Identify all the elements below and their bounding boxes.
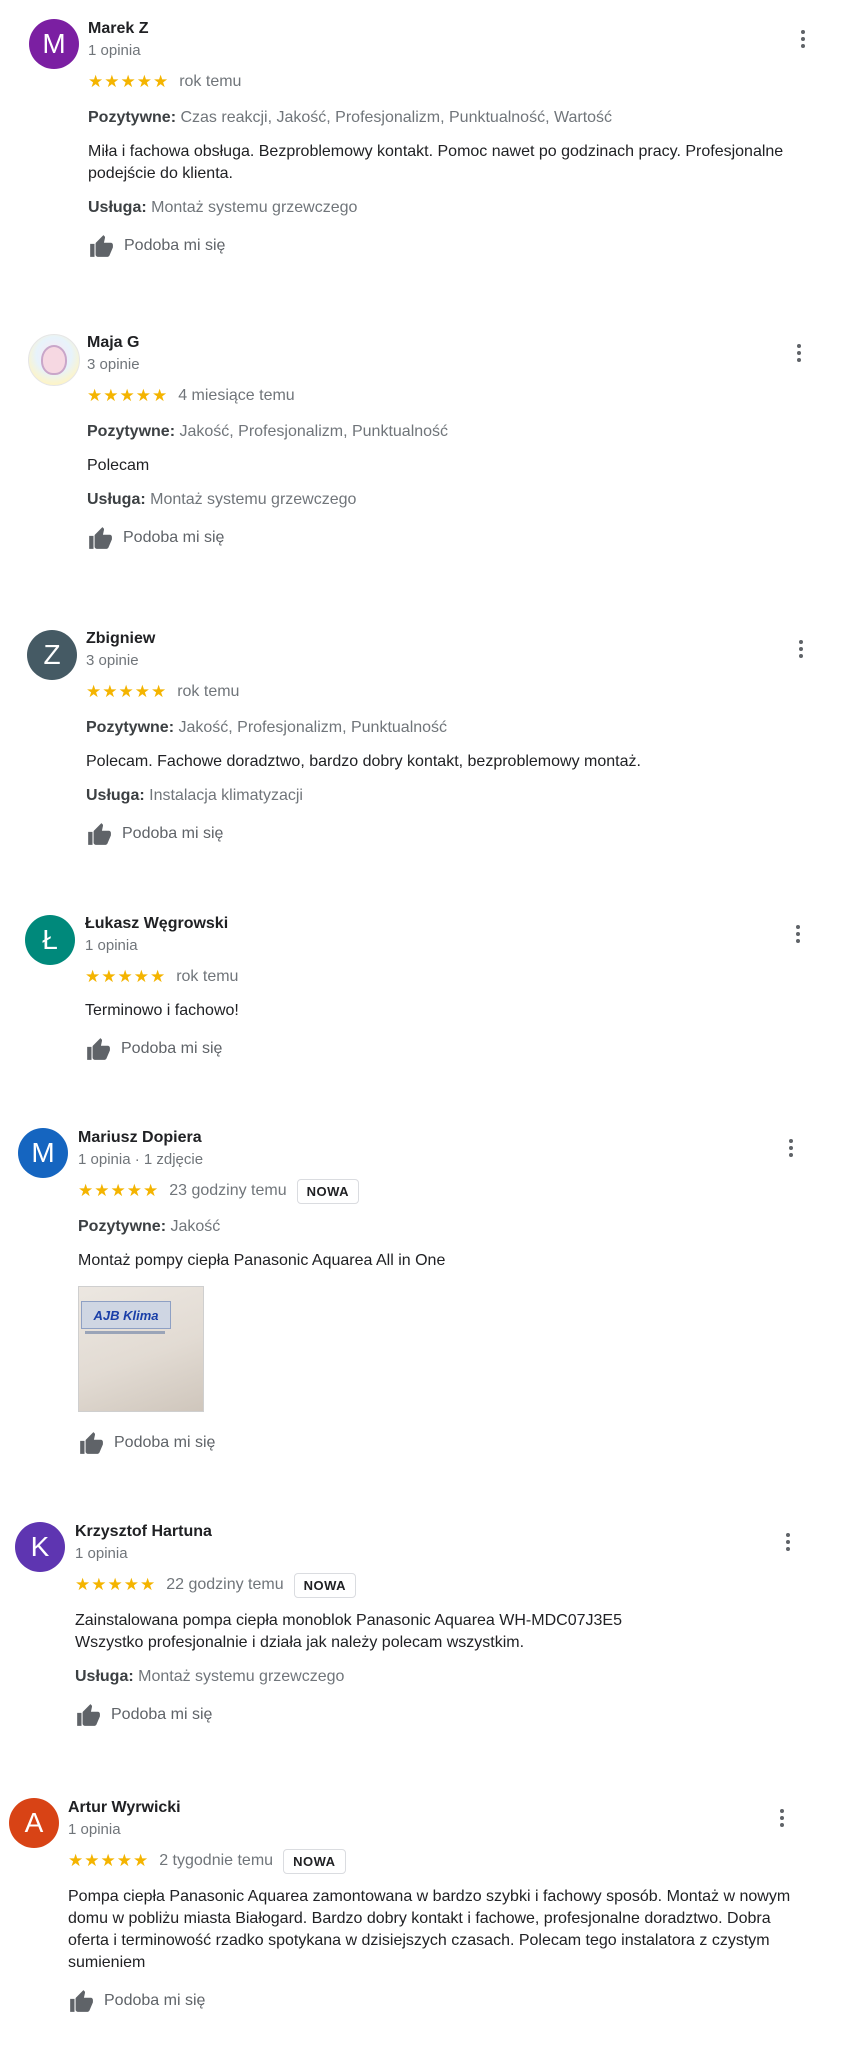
avatar[interactable]: Z — [27, 630, 77, 680]
review-date: 22 godziny temu — [166, 1576, 284, 1593]
review-text: Polecam — [87, 457, 150, 474]
review-text: Polecam. Fachowe doradztwo, bardzo dobry… — [86, 753, 641, 770]
reviewer-stats: 3 opinie — [86, 652, 139, 669]
positive-attributes: Pozytywne: Jakość, Profesjonalizm, Punkt… — [87, 423, 449, 440]
more-options-icon[interactable] — [787, 341, 811, 365]
reviewer-name[interactable]: Krzysztof Hartuna — [75, 1522, 800, 1542]
thumb-up-icon — [75, 1702, 101, 1728]
reviewer-stats: 3 opinie — [87, 356, 140, 373]
star-rating: ★★★★★ — [87, 386, 169, 405]
reviewer-name[interactable]: Maja G — [87, 333, 800, 353]
reviewer-name[interactable]: Mariusz Dopiera — [78, 1128, 800, 1148]
review-date: 4 miesiące temu — [178, 387, 295, 404]
thumb-up-icon — [88, 233, 114, 259]
review-text: Montaż pompy ciepła Panasonic Aquarea Al… — [78, 1252, 446, 1269]
review-date: 23 godziny temu — [169, 1182, 287, 1199]
reviewer-name[interactable]: Łukasz Węgrowski — [85, 914, 800, 934]
star-rating: ★★★★★ — [75, 1575, 157, 1594]
new-badge: NOWA — [296, 1178, 360, 1204]
more-options-icon[interactable] — [770, 1806, 794, 1830]
like-button[interactable]: Podoba mi się — [68, 1986, 800, 2016]
service-info: Usługa: Montaż systemu grzewczego — [75, 1668, 345, 1685]
thumb-up-icon — [78, 1430, 104, 1456]
review-date: 2 tygodnie temu — [159, 1852, 274, 1869]
like-button[interactable]: Podoba mi się — [85, 1034, 800, 1064]
avatar[interactable]: K — [15, 1522, 65, 1572]
reviewer-stats: 1 opinia — [88, 42, 141, 59]
like-button[interactable]: Podoba mi się — [86, 819, 800, 849]
review-photo[interactable]: AJB Klima — [78, 1286, 204, 1412]
positive-attributes: Pozytywne: Jakość — [78, 1218, 221, 1235]
positive-attributes: Pozytywne: Czas reakcji, Jakość, Profesj… — [88, 109, 613, 126]
review-date: rok temu — [177, 683, 240, 700]
review-text-line: Wszystko profesjonalnie i działa jak nal… — [75, 1634, 525, 1651]
service-info: Usługa: Montaż systemu grzewczego — [87, 491, 357, 508]
more-options-icon[interactable] — [779, 1136, 803, 1160]
photo-sign: AJB Klima — [81, 1301, 171, 1329]
more-options-icon[interactable] — [776, 1530, 800, 1554]
avatar[interactable]: A — [9, 1798, 59, 1848]
star-rating: ★★★★★ — [85, 967, 167, 986]
new-badge: NOWA — [283, 1848, 346, 1874]
reviewer-name[interactable]: Marek Z — [88, 19, 800, 39]
thumb-up-icon — [85, 1036, 111, 1062]
avatar[interactable]: M — [18, 1128, 68, 1178]
like-button[interactable]: Podoba mi się — [78, 1428, 800, 1458]
service-info: Usługa: Instalacja klimatyzacji — [86, 787, 303, 804]
avatar[interactable] — [28, 334, 80, 386]
thumb-up-icon — [87, 525, 113, 551]
like-button[interactable]: Podoba mi się — [87, 523, 800, 553]
star-rating: ★★★★★ — [88, 72, 170, 91]
like-button[interactable]: Podoba mi się — [75, 1700, 800, 1730]
reviewer-name[interactable]: Zbigniew — [86, 629, 800, 649]
review-date: rok temu — [176, 968, 239, 985]
reviewer-stats: 1 opinia — [68, 1821, 121, 1838]
star-rating: ★★★★★ — [86, 682, 168, 701]
reviewer-stats: 1 opinia · 1 zdjęcie — [78, 1151, 204, 1168]
thumb-up-icon — [68, 1988, 94, 2014]
service-info: Usługa: Montaż systemu grzewczego — [88, 199, 358, 216]
star-rating: ★★★★★ — [78, 1181, 160, 1200]
review-date: rok temu — [179, 73, 242, 90]
more-options-icon[interactable] — [789, 637, 813, 661]
reviewer-stats: 1 opinia — [85, 937, 138, 954]
like-button[interactable]: Podoba mi się — [88, 231, 800, 261]
review-text-line: Zainstalowana pompa ciepła monoblok Pana… — [75, 1612, 622, 1629]
thumb-up-icon — [86, 821, 112, 847]
new-badge: NOWA — [293, 1572, 357, 1598]
photo-detail — [85, 1331, 165, 1334]
reviewer-name[interactable]: Artur Wyrwicki — [68, 1798, 800, 1818]
review-text: Pompa ciepła Panasonic Aquarea zamontowa… — [68, 1888, 791, 1971]
review-text: Terminowo i fachowo! — [85, 1002, 239, 1019]
avatar[interactable]: Ł — [25, 915, 75, 965]
review-text: Miła i fachowa obsługa. Bezproblemowy ko… — [88, 143, 784, 182]
reviewer-stats: 1 opinia — [75, 1545, 128, 1562]
positive-attributes: Pozytywne: Jakość, Profesjonalizm, Punkt… — [86, 719, 448, 736]
more-options-icon[interactable] — [786, 922, 810, 946]
avatar-illustration — [41, 345, 67, 375]
avatar[interactable]: M — [29, 19, 79, 69]
review-text: Zainstalowana pompa ciepła monoblok Pana… — [75, 1610, 800, 1654]
star-rating: ★★★★★ — [68, 1851, 150, 1870]
more-options-icon[interactable] — [791, 27, 815, 51]
